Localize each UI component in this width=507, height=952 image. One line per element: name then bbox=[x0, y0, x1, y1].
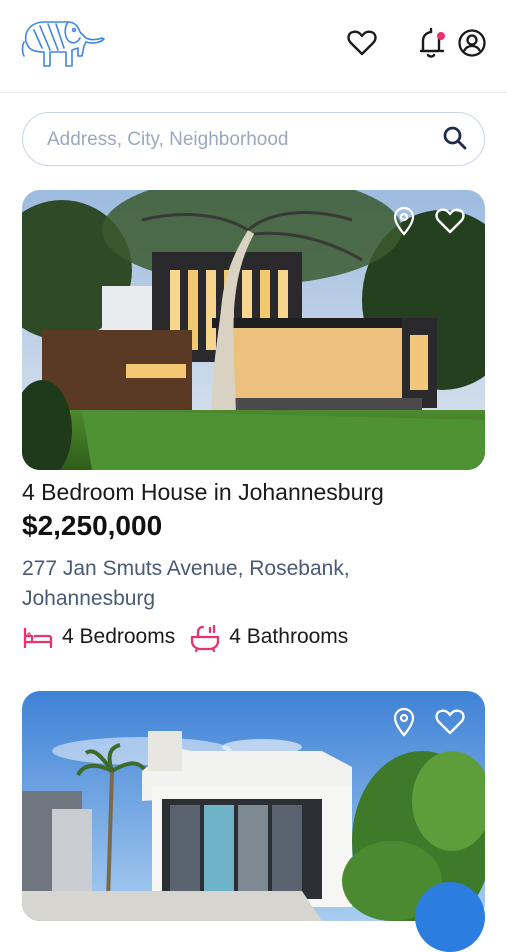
map-pin-button[interactable] bbox=[387, 707, 421, 741]
map-pin-icon bbox=[392, 707, 416, 742]
bed-icon bbox=[22, 622, 54, 652]
notification-dot bbox=[437, 32, 445, 40]
profile-button[interactable] bbox=[455, 28, 489, 62]
favorite-button[interactable] bbox=[433, 707, 467, 741]
listing-address: 277 Jan Smuts Avenue, Rosebank, Johannes… bbox=[22, 557, 350, 610]
listing-card[interactable]: 4 Bedroom House in Johannesburg $2,250,0… bbox=[22, 190, 485, 653]
elephant-logo[interactable] bbox=[20, 12, 106, 72]
listing-photo[interactable] bbox=[22, 190, 485, 470]
floating-action-button[interactable] bbox=[415, 882, 485, 952]
search-button[interactable] bbox=[440, 125, 470, 155]
listing-card[interactable] bbox=[22, 691, 485, 921]
search-input[interactable] bbox=[45, 126, 429, 154]
favorite-button[interactable] bbox=[433, 206, 467, 240]
map-pin-icon bbox=[392, 206, 416, 241]
bedrooms-label: 4 Bedrooms bbox=[62, 625, 176, 648]
user-circle-icon bbox=[457, 28, 487, 63]
favorites-button[interactable] bbox=[345, 28, 379, 62]
heart-outline-icon bbox=[347, 29, 377, 62]
listing-title[interactable]: 4 Bedroom House in Johannesburg bbox=[22, 479, 384, 506]
bathtub-icon bbox=[189, 622, 221, 653]
search-icon bbox=[442, 125, 468, 156]
listing-price: $2,250,000 bbox=[22, 510, 163, 541]
search-bar bbox=[22, 112, 485, 166]
heart-outline-icon bbox=[435, 207, 465, 240]
listing-features: 4 Bedrooms 4 Bathrooms bbox=[22, 620, 348, 654]
notifications-button[interactable] bbox=[415, 27, 449, 62]
bathrooms-label: 4 Bathrooms bbox=[229, 625, 349, 648]
heart-outline-icon bbox=[435, 708, 465, 741]
map-pin-button[interactable] bbox=[387, 206, 421, 240]
app-header bbox=[0, 0, 507, 93]
listing-photo[interactable] bbox=[22, 691, 485, 921]
